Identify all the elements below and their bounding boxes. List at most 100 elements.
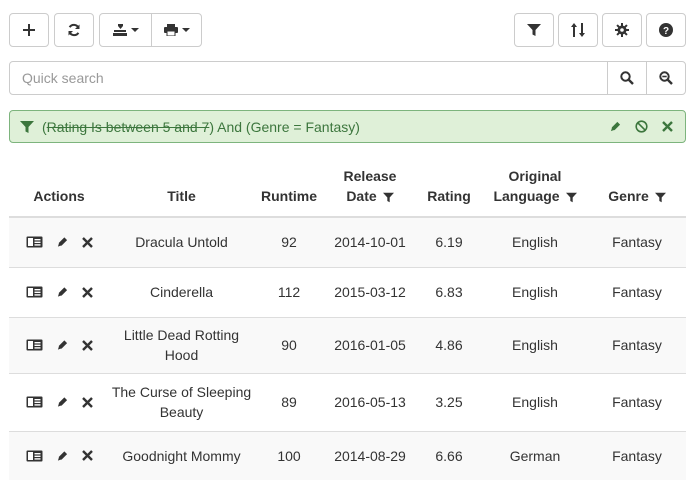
column-header-title[interactable]: Title: [109, 162, 254, 218]
add-button[interactable]: [9, 13, 49, 47]
cell-release-date: 2015-03-12: [324, 266, 416, 317]
delete-icon[interactable]: [81, 450, 93, 462]
cell-release-date: 2014-10-01: [324, 216, 416, 267]
plus-icon: [23, 24, 35, 36]
column-header-genre[interactable]: Genre: [588, 162, 686, 218]
edit-icon[interactable]: [57, 450, 68, 462]
view-record-icon[interactable]: [26, 286, 43, 298]
view-record-icon[interactable]: [26, 236, 43, 248]
filter-icon[interactable]: [654, 192, 666, 203]
filter-icon[interactable]: [565, 192, 577, 203]
view-record-icon[interactable]: [26, 396, 43, 408]
cell-rating: 3.25: [416, 372, 482, 431]
column-header-runtime[interactable]: Runtime: [254, 162, 324, 218]
cell-original-language: English: [482, 372, 588, 431]
filter-condition-rest: ) And (Genre = Fantasy): [209, 118, 360, 135]
row-actions: [9, 216, 109, 267]
gear-icon: [615, 23, 629, 37]
table-row: The Curse of Sleeping Beauty 89 2016-05-…: [9, 372, 686, 431]
search-minus-icon: [659, 71, 673, 85]
quick-search-group: [9, 61, 686, 95]
column-header-actions: Actions: [9, 162, 109, 218]
cell-title: Little Dead Rotting Hood: [109, 316, 254, 373]
delete-icon[interactable]: [81, 286, 93, 298]
settings-button[interactable]: [602, 13, 642, 47]
cell-rating: 6.66: [416, 430, 482, 480]
cell-genre: Fantasy: [588, 266, 686, 317]
search-button[interactable]: [607, 61, 647, 95]
print-button[interactable]: [151, 14, 201, 46]
sort-button[interactable]: [558, 13, 598, 47]
cell-release-date: 2014-08-29: [324, 430, 416, 480]
filter-icon: [20, 120, 34, 133]
cell-runtime: 89: [254, 372, 324, 431]
view-record-icon[interactable]: [26, 450, 43, 462]
column-header-original-language[interactable]: Original Language: [482, 162, 588, 218]
column-header-rating[interactable]: Rating: [416, 162, 482, 218]
chevron-down-icon: [130, 28, 139, 32]
edit-filter-icon[interactable]: [610, 121, 621, 132]
edit-icon[interactable]: [57, 339, 68, 351]
edit-icon[interactable]: [57, 286, 68, 298]
sort-icon: [571, 23, 585, 37]
filter-condition-disabled: Rating Is between 5 and 7: [46, 118, 210, 135]
export-button[interactable]: [100, 14, 151, 46]
cell-rating: 6.83: [416, 266, 482, 317]
refresh-button[interactable]: [54, 13, 94, 47]
print-icon: [163, 24, 178, 36]
table-header-row: Actions Title Runtime Release Date Ratin…: [9, 162, 686, 218]
export-icon: [112, 24, 127, 36]
chevron-down-icon: [181, 28, 190, 32]
filter-icon: [527, 24, 541, 36]
delete-icon[interactable]: [81, 236, 93, 248]
table-row: Little Dead Rotting Hood 90 2016-01-05 4…: [9, 316, 686, 373]
filter-button[interactable]: [514, 13, 554, 47]
cell-original-language: English: [482, 316, 588, 373]
header-release-line1: Release: [343, 168, 397, 184]
cell-genre: Fantasy: [588, 372, 686, 431]
cell-rating: 4.86: [416, 316, 482, 373]
table-row: Goodnight Mommy 100 2014-08-29 6.66 Germ…: [9, 430, 686, 480]
search-input[interactable]: [9, 61, 608, 95]
clear-filter-icon[interactable]: [662, 121, 673, 132]
edit-icon[interactable]: [57, 236, 68, 248]
header-language-line1: Original: [508, 168, 562, 184]
header-release-line2: Date: [346, 188, 377, 204]
header-language-line2: Language: [493, 188, 560, 204]
row-actions: [9, 372, 109, 431]
export-print-group: [99, 13, 202, 47]
cell-genre: Fantasy: [588, 316, 686, 373]
cell-title: Dracula Untold: [109, 216, 254, 267]
delete-icon[interactable]: [81, 339, 93, 351]
advanced-search-button[interactable]: [646, 61, 686, 95]
table-row: Cinderella 112 2015-03-12 6.83 English F…: [9, 266, 686, 317]
movies-table: Actions Title Runtime Release Date Ratin…: [9, 162, 686, 480]
cell-release-date: 2016-01-05: [324, 316, 416, 373]
filter-expression[interactable]: (Rating Is between 5 and 7) And (Genre =…: [42, 119, 360, 135]
cell-runtime: 90: [254, 316, 324, 373]
view-record-icon[interactable]: [26, 339, 43, 351]
row-actions: [9, 266, 109, 317]
cell-rating: 6.19: [416, 216, 482, 267]
cell-genre: Fantasy: [588, 430, 686, 480]
cell-genre: Fantasy: [588, 216, 686, 267]
cell-runtime: 92: [254, 216, 324, 267]
edit-icon[interactable]: [57, 396, 68, 408]
cell-original-language: English: [482, 266, 588, 317]
cell-title: Cinderella: [109, 266, 254, 317]
help-button[interactable]: ?: [646, 13, 686, 47]
filter-icon[interactable]: [382, 192, 394, 203]
row-actions: [9, 430, 109, 480]
table-row: Dracula Untold 92 2014-10-01 6.19 Englis…: [9, 216, 686, 267]
cell-original-language: English: [482, 216, 588, 267]
cell-title: The Curse of Sleeping Beauty: [109, 372, 254, 431]
help-icon: ?: [659, 23, 673, 37]
svg-text:?: ?: [663, 26, 669, 37]
refresh-icon: [68, 23, 80, 37]
filter-actions: [610, 111, 673, 142]
delete-icon[interactable]: [81, 396, 93, 408]
column-header-release-date[interactable]: Release Date: [324, 162, 416, 218]
cell-title: Goodnight Mommy: [109, 430, 254, 480]
cell-release-date: 2016-05-13: [324, 372, 416, 431]
disable-filter-icon[interactable]: [635, 120, 648, 133]
